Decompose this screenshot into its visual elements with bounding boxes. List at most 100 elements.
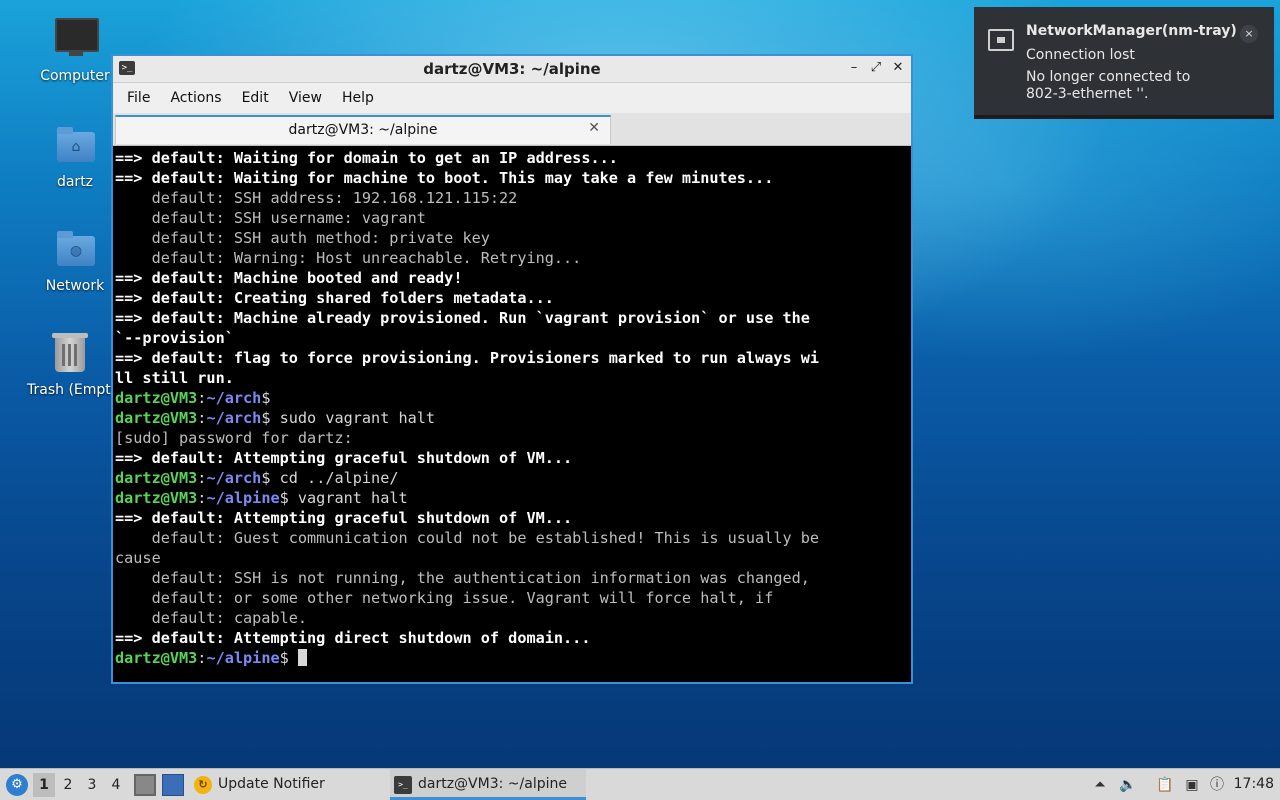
tab-terminal[interactable]: dartz@VM3: ~/alpine ✕ (115, 115, 611, 144)
network-wired-icon (988, 29, 1014, 51)
workspace-1[interactable]: 1 (33, 773, 55, 797)
home-folder-icon: ⌂ (51, 124, 99, 168)
terminal-line: ==> default: Attempting graceful shutdow… (115, 448, 909, 468)
show-desktop-icon[interactable] (162, 774, 184, 796)
terminal-segment: default: Warning: Host unreachable. Retr… (115, 249, 582, 267)
network-folder-icon: ◍ (51, 228, 99, 272)
maximize-button[interactable]: ⤢ (869, 59, 883, 77)
desktop-icon-computer[interactable]: Computer (27, 18, 123, 84)
menu-view[interactable]: View (279, 90, 332, 106)
terminal-line: dartz@VM3:~/arch$ cd ../alpine/ (115, 468, 909, 488)
tray-up-arrow-icon[interactable]: ⏶ (1090, 775, 1110, 795)
terminal-segment: $ sudo vagrant halt (261, 409, 436, 427)
terminal-segment: ==> default: Attempting graceful shutdow… (115, 449, 573, 467)
terminal-segment: ~/alpine (206, 489, 280, 507)
terminal-segment: ==> default: Attempting graceful shutdow… (115, 509, 573, 527)
task-label: Update Notifier (218, 776, 325, 792)
terminal-segment: default: SSH is not running, the authent… (115, 569, 810, 587)
menu-file[interactable]: File (117, 90, 160, 106)
terminal-segment: ==> default: Waiting for machine to boot… (115, 169, 774, 187)
terminal-segment: ==> default: Waiting for domain to get a… (115, 149, 618, 167)
terminal-line: default: Warning: Host unreachable. Retr… (115, 248, 909, 268)
notification-close-button[interactable]: × (1240, 25, 1258, 43)
terminal-line: default: SSH username: vagrant (115, 208, 909, 228)
terminal-line: ==> default: Machine booted and ready! (115, 268, 909, 288)
close-button[interactable]: ✕ (891, 59, 905, 77)
terminal-segment: dartz@VM3 (115, 649, 198, 667)
terminal-segment: default: SSH address: 192.168.121.115:22 (115, 189, 518, 207)
terminal-segment: default: SSH username: vagrant (115, 209, 426, 227)
terminal-segment: ==> default: flag to force provisioning.… (115, 349, 820, 367)
terminal-output[interactable]: ==> default: Waiting for domain to get a… (113, 146, 911, 682)
terminal-window[interactable]: >_ dartz@VM3: ~/alpine – ⤢ ✕ File Action… (111, 54, 913, 684)
terminal-segment: ~/arch (206, 409, 262, 427)
minimize-button[interactable]: – (847, 59, 861, 77)
tab-label: dartz@VM3: ~/alpine (288, 122, 438, 138)
terminal-segment: dartz@VM3 (115, 469, 198, 487)
terminal-segment: $ (279, 649, 298, 667)
terminal-line: default: SSH auth method: private key (115, 228, 909, 248)
menu-actions[interactable]: Actions (160, 90, 231, 106)
file-manager-icon[interactable] (134, 774, 156, 796)
terminal-line: [sudo] password for dartz: (115, 428, 909, 448)
trash-icon (45, 332, 93, 376)
workspace-3[interactable]: 3 (81, 773, 103, 797)
terminal-icon: >_ (394, 776, 412, 794)
terminal-line: ll still run. (115, 368, 909, 388)
volume-icon[interactable]: 🔈 (1118, 775, 1138, 795)
update-tray-icon[interactable]: ⓘ (1207, 775, 1227, 795)
desktop-icon-label: Network (45, 278, 105, 294)
desktop-icon-label: Trash (Empty) (27, 382, 111, 398)
desktop-icon-home-folder[interactable]: ⌂ dartz (27, 124, 123, 190)
desktop-icon-label: Computer (40, 68, 110, 84)
workspace-2[interactable]: 2 (57, 773, 79, 797)
clock: 17:48 (1233, 776, 1274, 792)
terminal-segment: ~/arch (206, 469, 262, 487)
terminal-segment: $ cd ../alpine/ (261, 469, 399, 487)
terminal-line: default: SSH address: 192.168.121.115:22 (115, 188, 909, 208)
terminal-line: default: Guest communication could not b… (115, 528, 909, 548)
window-titlebar[interactable]: >_ dartz@VM3: ~/alpine – ⤢ ✕ (113, 56, 911, 83)
desktop-icon-trash[interactable]: Trash (Empty) (27, 332, 111, 398)
terminal-line: dartz@VM3:~/alpine$ (115, 648, 909, 668)
terminal-segment: ==> default: Machine already provisioned… (115, 309, 810, 327)
terminal-segment: ~/alpine (206, 649, 280, 667)
terminal-line: default: SSH is not running, the authent… (115, 568, 909, 588)
terminal-segment: dartz@VM3 (115, 409, 198, 427)
network-notification[interactable]: NetworkManager(nm-tray) Connection lost … (974, 7, 1274, 119)
task-update-notifier[interactable]: ↻ Update Notifier (190, 769, 380, 800)
terminal-segment: $ vagrant halt (279, 489, 408, 507)
task-label: dartz@VM3: ~/alpine (418, 776, 567, 792)
terminal-segment: [sudo] password for dartz: (115, 429, 353, 447)
terminal-line: default: capable. (115, 608, 909, 628)
terminal-segment: default: or some other networking issue.… (115, 589, 774, 607)
menu-help[interactable]: Help (332, 90, 384, 106)
terminal-line: ==> default: Creating shared folders met… (115, 288, 909, 308)
terminal-line: dartz@VM3:~/arch$ sudo vagrant halt (115, 408, 909, 428)
notification-body: No longer connected to 802-3-ethernet ''… (1026, 69, 1191, 102)
terminal-line: dartz@VM3:~/alpine$ vagrant halt (115, 488, 909, 508)
terminal-segment: dartz@VM3 (115, 389, 198, 407)
menu-bar: File Actions Edit View Help (113, 83, 911, 113)
terminal-segment: default: Guest communication could not b… (115, 529, 820, 547)
terminal-line: ==> default: Attempting direct shutdown … (115, 628, 909, 648)
network-wired-icon[interactable]: ▣ (1182, 775, 1202, 795)
menu-edit[interactable]: Edit (232, 90, 279, 106)
task-terminal[interactable]: >_ dartz@VM3: ~/alpine (390, 769, 586, 800)
start-menu-icon[interactable]: ⚙ (6, 774, 28, 796)
notification-summary: Connection lost (1026, 47, 1135, 63)
terminal-segment: ==> default: Attempting direct shutdown … (115, 629, 591, 647)
terminal-segment: ~/arch (206, 389, 262, 407)
terminal-segment: default: SSH auth method: private key (115, 229, 490, 247)
terminal-line: cause (115, 548, 909, 568)
tab-close-icon[interactable]: ✕ (588, 120, 600, 136)
workspace-4[interactable]: 4 (105, 773, 127, 797)
terminal-line: ==> default: Machine already provisioned… (115, 308, 909, 328)
terminal-segment: ll still run. (115, 369, 234, 387)
terminal-line: ==> default: Attempting graceful shutdow… (115, 508, 909, 528)
terminal-segment: default: capable. (115, 609, 308, 627)
clipboard-icon[interactable]: 📋 (1155, 775, 1175, 795)
terminal-line: ==> default: Waiting for domain to get a… (115, 148, 909, 168)
desktop-icon-network[interactable]: ◍ Network (27, 228, 123, 294)
taskbar: ⚙ 1 2 3 4 ↻ Update Notifier >_ dartz@VM3… (0, 768, 1280, 800)
